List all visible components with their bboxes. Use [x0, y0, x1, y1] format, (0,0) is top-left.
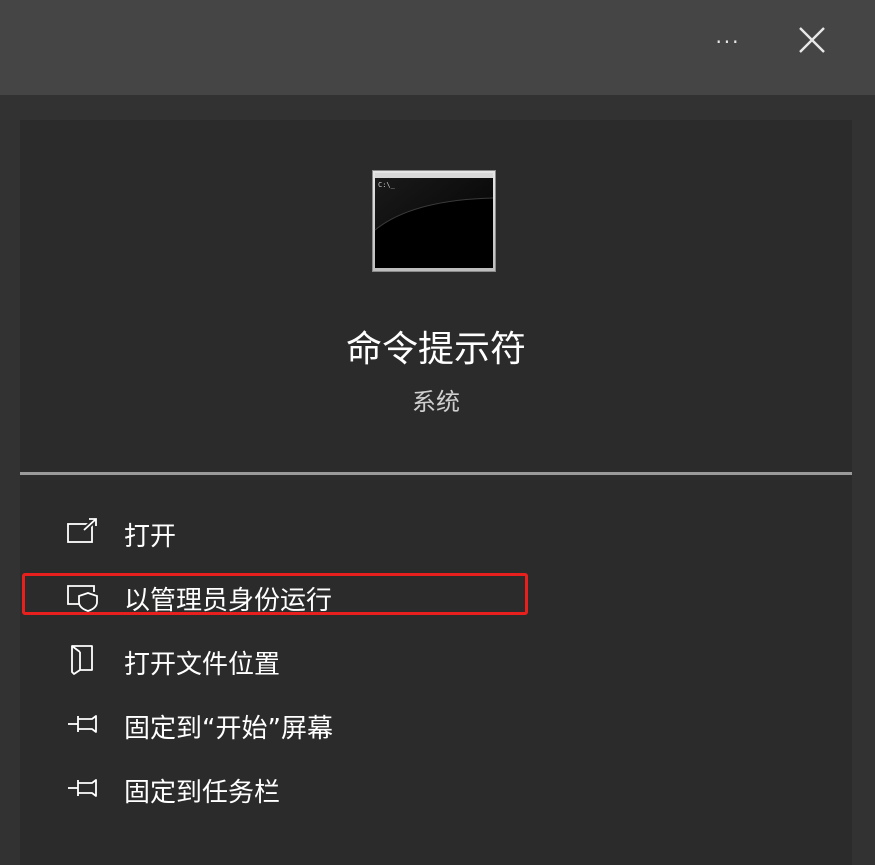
command-prompt-icon: C:\_ — [372, 170, 496, 272]
app-category: 系统 — [412, 388, 460, 416]
menu-item-run-as-admin[interactable]: 以管理员身份运行 — [20, 568, 852, 624]
menu-item-label: 固定到“开始”屏幕 — [124, 714, 333, 744]
menu-item-label: 以管理员身份运行 — [124, 586, 333, 616]
file-location-icon — [66, 644, 100, 676]
menu-item-pin-to-start[interactable]: 固定到“开始”屏幕 — [20, 696, 852, 752]
menu-item-pin-to-taskbar[interactable]: 固定到任务栏 — [20, 760, 852, 816]
menu-item-label: 打开 — [124, 522, 177, 552]
divider — [20, 472, 852, 475]
title-bar: ··· — [0, 0, 875, 95]
open-icon — [66, 516, 100, 548]
menu-item-open[interactable]: 打开 — [20, 504, 852, 560]
pin-icon — [66, 708, 100, 740]
close-button[interactable] — [790, 18, 834, 62]
shield-icon — [66, 580, 100, 612]
more-icon: ··· — [715, 30, 741, 54]
menu-item-label: 打开文件位置 — [124, 650, 281, 680]
app-context-panel: C:\_ 命令提示符 系统 打开 以管理员身份运行 打开文件位置 固定到“开始”… — [20, 120, 852, 865]
pin-icon — [66, 772, 100, 804]
command-prompt-icon-text: C:\_ — [378, 181, 396, 189]
close-icon — [799, 27, 825, 53]
app-title: 命令提示符 — [345, 329, 526, 370]
menu-item-open-file-location[interactable]: 打开文件位置 — [20, 632, 852, 688]
more-options-button[interactable]: ··· — [700, 22, 756, 62]
menu-item-label: 固定到任务栏 — [124, 778, 281, 808]
